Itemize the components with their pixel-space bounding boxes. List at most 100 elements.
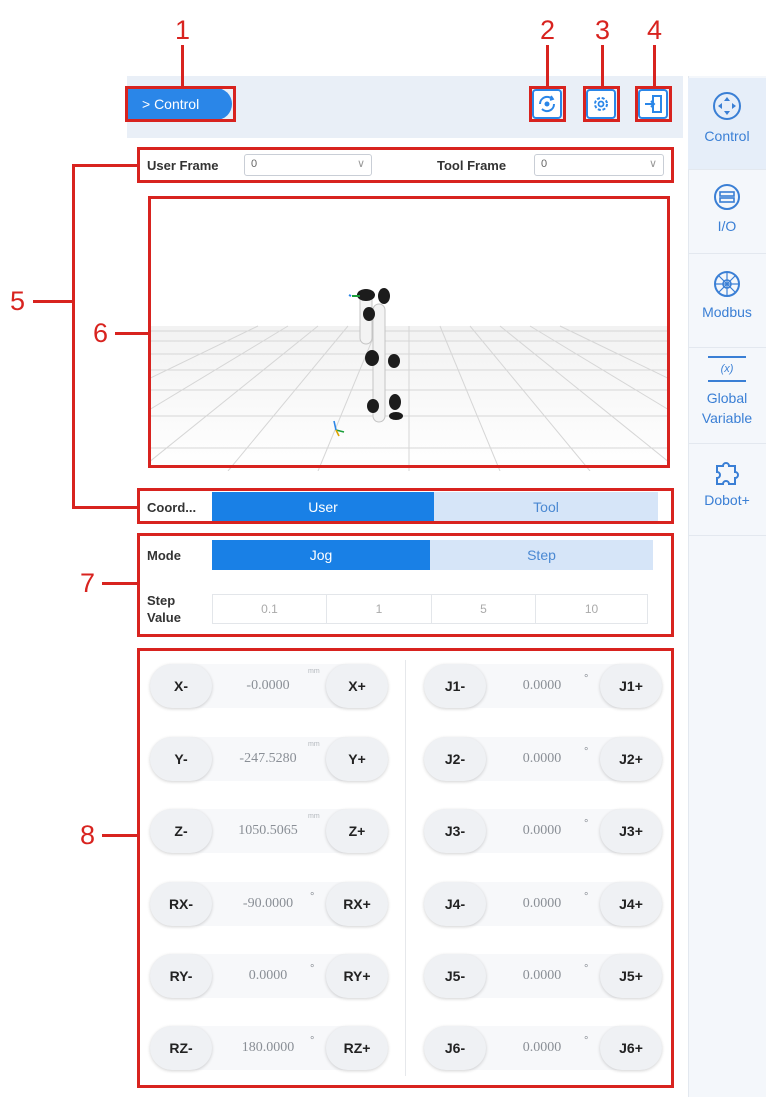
jog-value: 0.0000	[522, 823, 562, 838]
mode-step-option[interactable]: Step	[430, 540, 653, 570]
jog-minus-button[interactable]: J4-	[424, 882, 486, 926]
annotation-leader-6	[115, 332, 148, 335]
sidebar-item-dobot-plus[interactable]: Dobot+	[688, 446, 766, 536]
jog-value: -90.0000	[242, 896, 294, 911]
step-value-option[interactable]: 10	[535, 594, 648, 624]
step-label-line1: Step	[147, 593, 176, 608]
jog-minus-button[interactable]: Y-	[150, 737, 212, 781]
jog-plus-button[interactable]: J6+	[600, 1026, 662, 1070]
jog-plus-button[interactable]: Y+	[326, 737, 388, 781]
puzzle-icon	[716, 462, 739, 485]
unit-label: mm	[308, 741, 320, 748]
jog-value: 1050.5065	[238, 823, 298, 838]
sidebar-item-modbus[interactable]: Modbus	[688, 256, 766, 348]
robot-3d-view[interactable]	[148, 196, 670, 471]
annotation-leader-8	[102, 834, 137, 837]
jog-value: -247.5280	[239, 751, 297, 766]
degree-label: °	[584, 1035, 589, 1047]
degree-label: °	[584, 818, 589, 830]
robot-3d-scene	[148, 288, 670, 471]
degree-label: °	[584, 963, 589, 975]
rotate-location-icon	[538, 95, 556, 113]
coord-tool-option[interactable]: Tool	[434, 492, 658, 522]
tool-frame-select[interactable]: 0 ∨	[534, 154, 664, 176]
annotation-label-1: 1	[175, 15, 191, 45]
jog-minus-button[interactable]: RY-	[150, 954, 212, 998]
annotation-leader-1	[181, 45, 184, 86]
degree-label: °	[310, 963, 315, 975]
settings-button[interactable]	[586, 89, 616, 119]
tool-frame-value: 0	[541, 158, 548, 170]
jog-minus-button[interactable]: Z-	[150, 809, 212, 853]
jog-minus-button[interactable]: J1-	[424, 664, 486, 708]
annotation-label-7: 7	[80, 568, 96, 598]
annotation-leader-2	[546, 45, 549, 86]
jog-value: 0.0000	[522, 751, 562, 766]
sidebar-item-io[interactable]: I/O	[688, 172, 766, 254]
jog-plus-button[interactable]: RX+	[326, 882, 388, 926]
modbus-icon	[714, 271, 740, 297]
jog-value: 0.0000	[522, 1040, 562, 1055]
annotation-bracket-5-top	[72, 164, 138, 167]
annotation-leader-5	[33, 300, 73, 303]
step-value-option[interactable]: 0.1	[212, 594, 327, 624]
global-variable-icon: (x)	[708, 356, 746, 382]
unit-label: mm	[308, 813, 320, 820]
sidebar-item-label: Control	[704, 128, 750, 144]
mode-jog-option[interactable]: Jog	[212, 540, 430, 570]
step-value-label: Step Value	[147, 592, 181, 626]
chevron-down-icon: ∨	[648, 158, 657, 170]
annotation-label-4: 4	[647, 15, 663, 45]
jog-value: 0.0000	[522, 968, 562, 983]
jog-plus-button[interactable]: J5+	[600, 954, 662, 998]
annotation-label-5: 5	[10, 286, 26, 316]
jog-plus-button[interactable]: RY+	[326, 954, 388, 998]
sidebar-item-label: Global Variable	[701, 390, 753, 426]
unit-label: mm	[308, 668, 320, 675]
jog-value: -0.0000	[246, 678, 290, 693]
sidebar-item-label: I/O	[717, 218, 737, 234]
control-breadcrumb-button[interactable]: > Control	[128, 88, 232, 120]
jog-minus-button[interactable]: J5-	[424, 954, 486, 998]
sidebar-item-label: Modbus	[702, 304, 752, 320]
jog-plus-button[interactable]: RZ+	[326, 1026, 388, 1070]
degree-label: °	[310, 1035, 315, 1047]
jog-plus-button[interactable]: Z+	[326, 809, 388, 853]
jog-divider	[405, 660, 406, 1076]
step-label-line2: Value	[147, 610, 181, 625]
jog-minus-button[interactable]: RZ-	[150, 1026, 212, 1070]
jog-value: 0.0000	[522, 896, 562, 911]
exit-panel-button[interactable]	[638, 89, 668, 119]
user-frame-value: 0	[251, 158, 258, 170]
annotation-bracket-5	[72, 164, 75, 508]
jog-plus-button[interactable]: X+	[326, 664, 388, 708]
user-frame-select[interactable]: 0 ∨	[244, 154, 372, 176]
jog-minus-button[interactable]: RX-	[150, 882, 212, 926]
jog-minus-button[interactable]: J2-	[424, 737, 486, 781]
jog-minus-button[interactable]: J6-	[424, 1026, 486, 1070]
step-value-option[interactable]: 1	[326, 594, 432, 624]
sidebar-item-control[interactable]: Control	[688, 78, 766, 170]
jog-plus-button[interactable]: J3+	[600, 809, 662, 853]
annotation-leader-7	[102, 582, 137, 585]
jog-plus-button[interactable]: J4+	[600, 882, 662, 926]
annotation-label-2: 2	[540, 15, 556, 45]
reset-view-button[interactable]	[532, 89, 562, 119]
degree-label: °	[584, 891, 589, 903]
jog-value: 180.0000	[241, 1040, 295, 1055]
tool-frame-label: Tool Frame	[437, 158, 507, 173]
annotation-bracket-5-bottom	[72, 506, 138, 509]
degree-label: °	[310, 891, 315, 903]
jog-plus-button[interactable]: J1+	[600, 664, 662, 708]
jog-minus-button[interactable]: J3-	[424, 809, 486, 853]
jog-plus-button[interactable]: J2+	[600, 737, 662, 781]
gear-icon	[594, 97, 608, 111]
control-icon	[713, 92, 741, 120]
coord-user-option[interactable]: User	[212, 492, 434, 522]
chevron-down-icon: ∨	[356, 158, 365, 170]
mode-label: Mode	[147, 548, 181, 563]
io-icon	[714, 184, 740, 210]
jog-minus-button[interactable]: X-	[150, 664, 212, 708]
step-value-option[interactable]: 5	[431, 594, 536, 624]
sidebar-item-global-variable[interactable]: (x) Global Variable	[688, 350, 766, 444]
